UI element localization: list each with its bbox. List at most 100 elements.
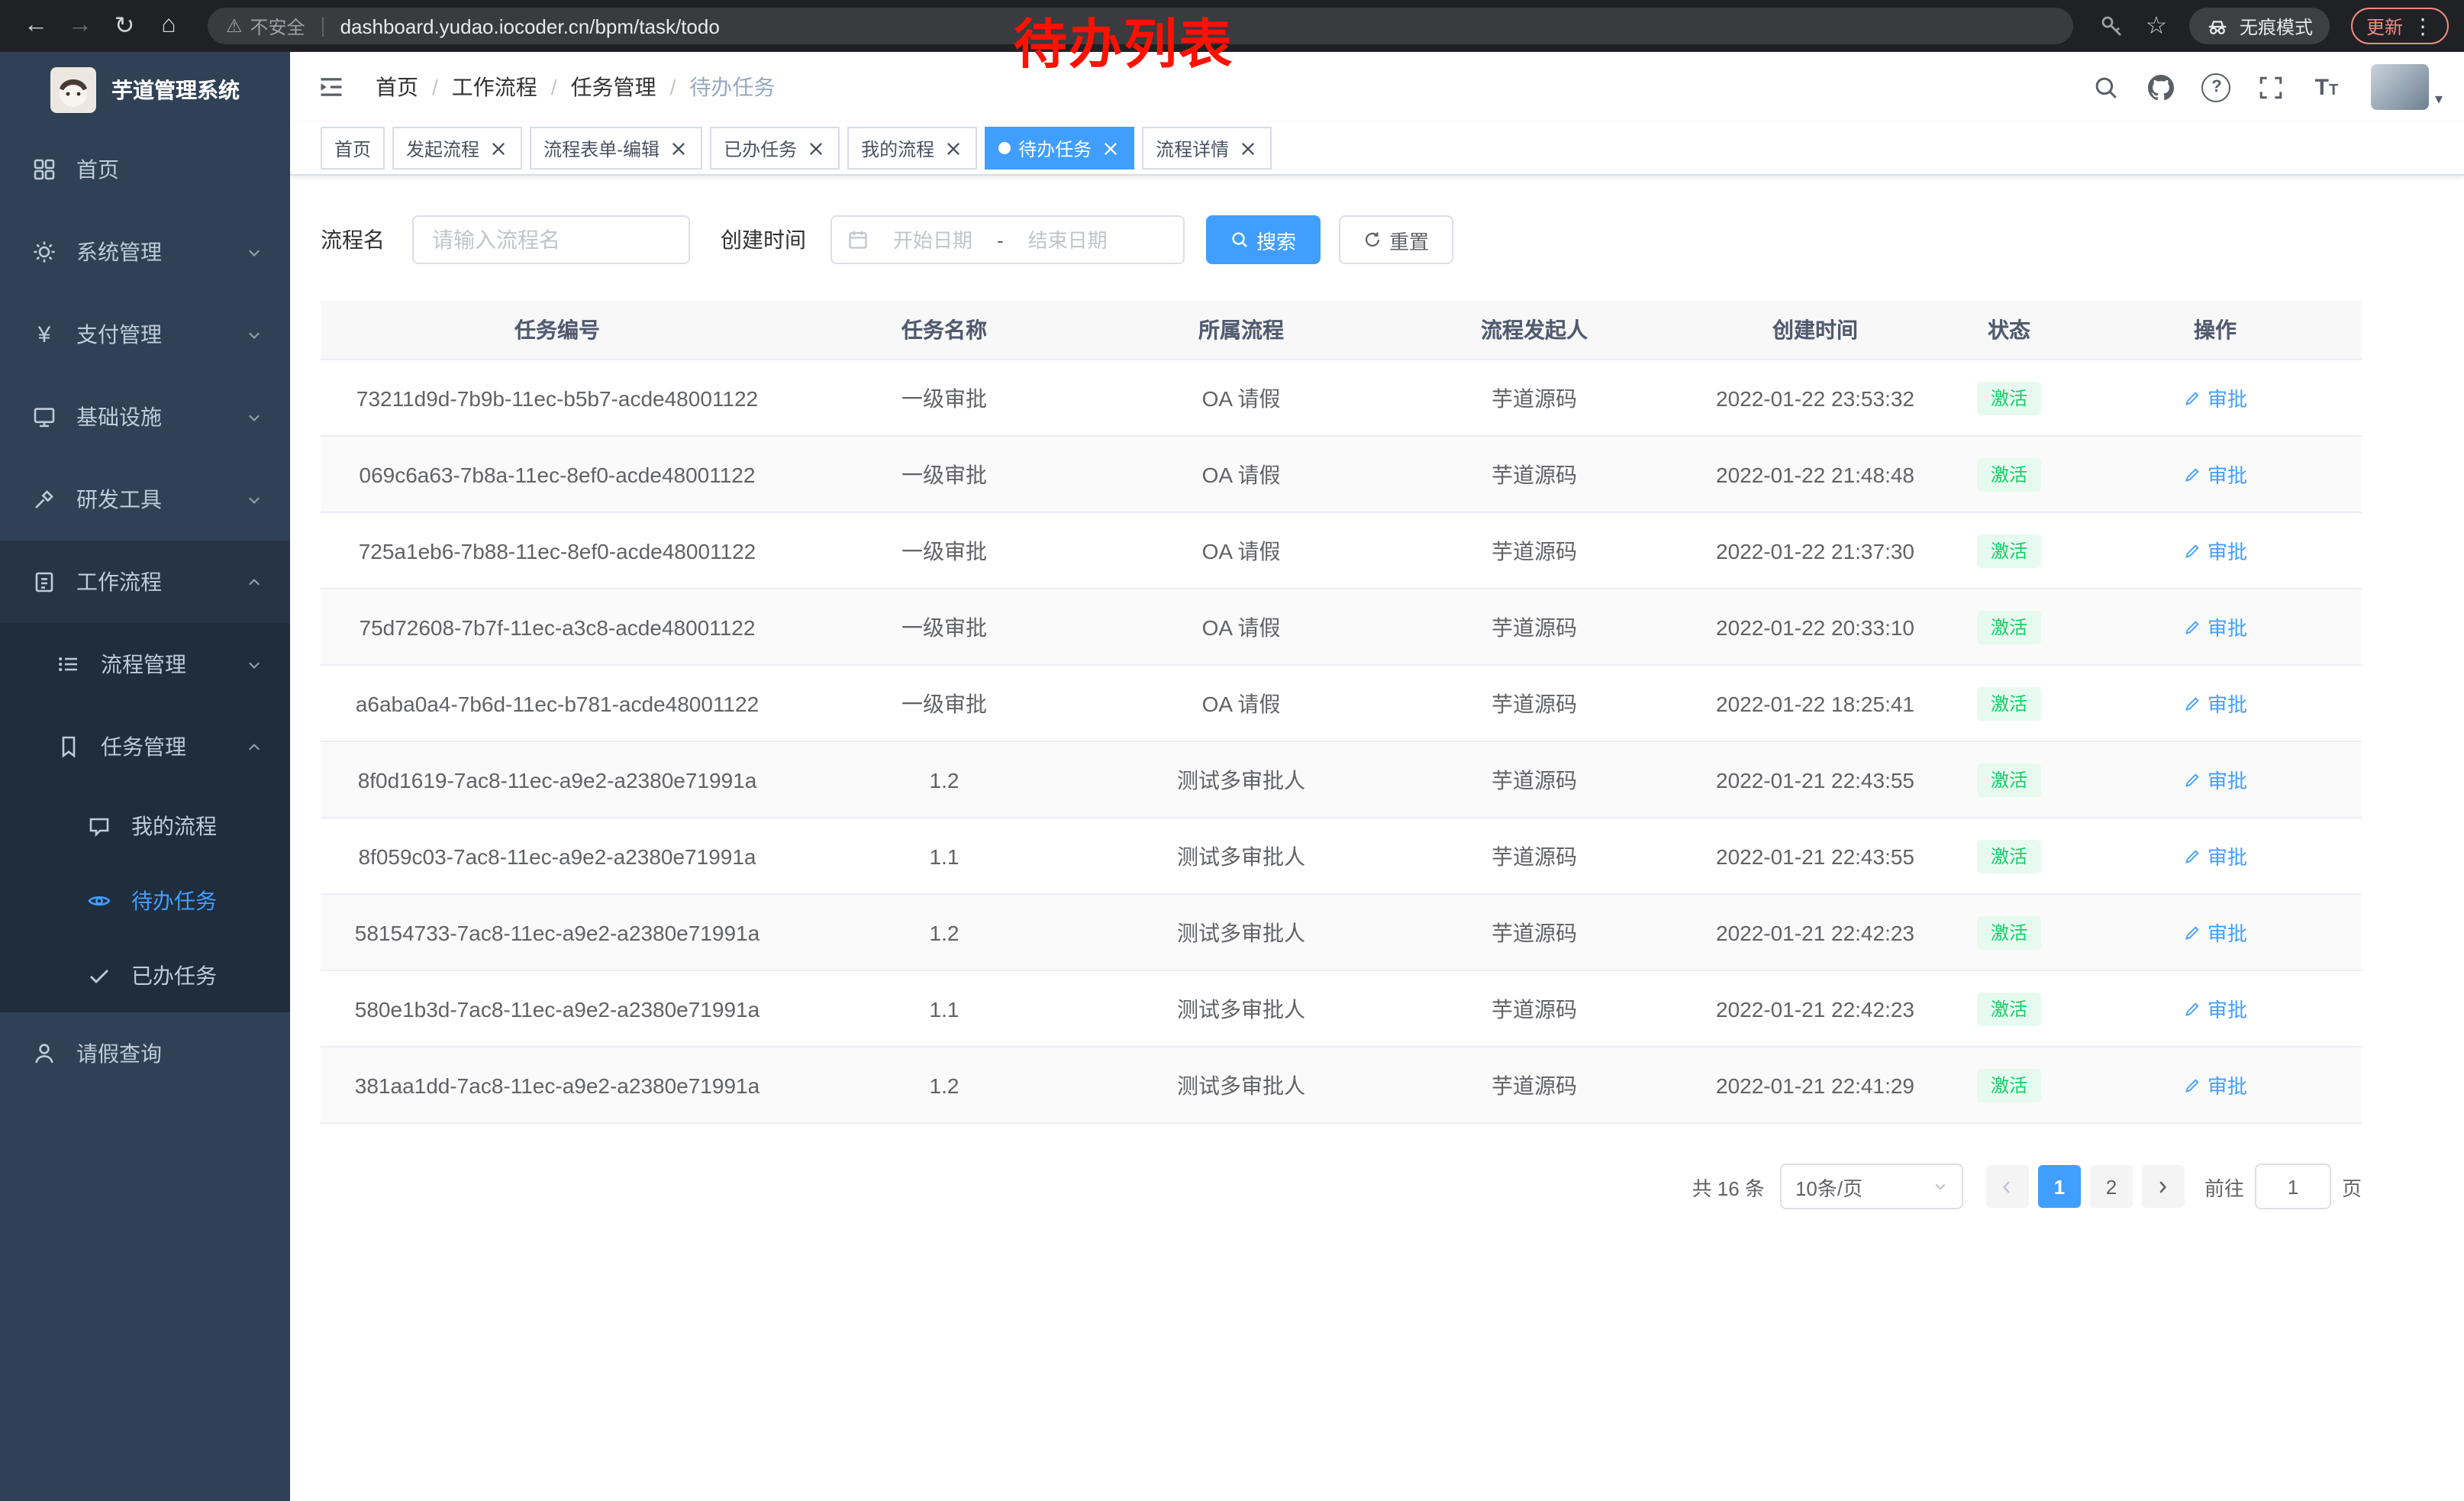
search-button-primary[interactable]: 搜索	[1206, 215, 1321, 264]
person-icon	[31, 1041, 58, 1066]
chevron-left-icon	[1999, 1178, 2016, 1195]
key-icon	[2100, 14, 2124, 38]
sidebar-item-done-tasks[interactable]: 已办任务	[0, 938, 290, 1012]
fullscreen-button[interactable]	[2249, 64, 2295, 110]
tab-close-icon[interactable]	[667, 137, 689, 159]
tab-item[interactable]: 首页	[321, 127, 385, 169]
approve-button[interactable]: 审批	[2183, 612, 2247, 641]
prev-page-button[interactable]	[1986, 1165, 2029, 1208]
approve-button[interactable]: 审批	[2183, 918, 2247, 947]
reload-button[interactable]: ↻	[104, 5, 145, 47]
sidebar-item-system-mgmt[interactable]: 系统管理	[0, 211, 290, 293]
edit-pencil-icon	[2183, 465, 2201, 483]
edit-pencil-icon	[2183, 1076, 2201, 1094]
sidebar-item-process-mgmt[interactable]: 流程管理	[0, 623, 290, 705]
approve-label: 审批	[2208, 536, 2247, 565]
update-button[interactable]: 更新 ⋮	[2351, 8, 2449, 44]
tab-close-icon[interactable]	[1237, 137, 1258, 159]
status-badge: 激活	[1977, 992, 2041, 1025]
approve-button[interactable]: 审批	[2183, 383, 2247, 412]
cell-process: 测试多审批人	[1095, 894, 1388, 970]
user-menu[interactable]: ▾	[2371, 64, 2443, 110]
tab-item[interactable]: 流程详情	[1142, 127, 1272, 169]
approve-button[interactable]: 审批	[2183, 841, 2247, 870]
forward-button[interactable]: →	[60, 5, 101, 47]
status-badge: 激活	[1977, 457, 2041, 491]
approve-button[interactable]: 审批	[2183, 1070, 2247, 1099]
app-header: 首页 / 工作流程 / 任务管理 / 待办任务	[290, 52, 2464, 122]
sidebar-item-infrastructure[interactable]: 基础设施	[0, 376, 290, 458]
edit-pencil-icon	[2183, 770, 2201, 789]
sidebar-item-todo-tasks[interactable]: 待办任务	[0, 863, 290, 938]
approve-button[interactable]: 审批	[2183, 536, 2247, 565]
cell-status: 激活	[1950, 1047, 2069, 1123]
cell-initiator: 芋道源码	[1388, 360, 1681, 436]
end-date-input[interactable]	[1010, 227, 1126, 253]
tab-close-icon[interactable]	[1099, 137, 1121, 159]
breadcrumb-item-home[interactable]: 首页	[376, 72, 418, 102]
tab-item[interactable]: 待办任务	[985, 127, 1134, 169]
sidebar-item-label: 首页	[76, 154, 119, 185]
table-row: 8f059c03-7ac8-11ec-a9e2-a2380e71991a1.1测…	[321, 818, 2362, 894]
bookmark-star-button[interactable]: ☆	[2136, 5, 2177, 47]
next-page-button[interactable]	[2142, 1165, 2185, 1208]
sidebar-item-task-mgmt[interactable]: 任务管理	[0, 705, 290, 788]
sidebar-collapse-button[interactable]	[311, 67, 351, 107]
approve-button[interactable]: 审批	[2183, 994, 2247, 1023]
tab-close-icon[interactable]	[805, 137, 826, 159]
sidebar-item-payment-mgmt[interactable]: ¥ 支付管理	[0, 293, 290, 376]
page-size-select[interactable]: 10条/页	[1780, 1164, 1963, 1209]
cell-action: 审批	[2069, 436, 2362, 512]
cell-action: 审批	[2069, 512, 2362, 589]
cell-task-id: 8f0d1619-7ac8-11ec-a9e2-a2380e71991a	[321, 741, 794, 818]
edit-pencil-icon	[2183, 847, 2201, 865]
page-button-2[interactable]: 2	[2090, 1165, 2133, 1208]
breadcrumb-separator: /	[551, 75, 557, 99]
sidebar-item-dev-tools[interactable]: 研发工具	[0, 458, 290, 541]
back-button[interactable]: ←	[15, 5, 56, 47]
help-button[interactable]: ?	[2194, 64, 2240, 110]
chevron-up-icon	[246, 573, 263, 590]
url-text[interactable]: dashboard.yudao.iocoder.cn/bpm/task/todo	[340, 15, 720, 37]
font-size-button[interactable]: TT	[2304, 64, 2350, 110]
app-logo-row[interactable]: 芋道管理系统	[0, 52, 290, 128]
page-button-1[interactable]: 1	[2038, 1165, 2081, 1208]
github-button[interactable]	[2139, 64, 2185, 110]
approve-button[interactable]: 审批	[2183, 460, 2247, 489]
date-range-picker[interactable]: -	[830, 215, 1185, 264]
goto-page-input[interactable]	[2255, 1164, 2331, 1209]
cell-create-time: 2022-01-21 22:41:29	[1681, 1047, 1950, 1123]
reset-button[interactable]: 重置	[1339, 215, 1453, 264]
cell-task-id: a6aba0a4-7b6d-11ec-b781-acde48001122	[321, 665, 794, 741]
tab-item[interactable]: 已办任务	[710, 127, 840, 169]
sidebar-item-my-process[interactable]: 我的流程	[0, 788, 290, 863]
breadcrumb-item-workflow[interactable]: 工作流程	[452, 72, 537, 102]
tab-item[interactable]: 我的流程	[847, 127, 977, 169]
cell-process: OA 请假	[1095, 436, 1388, 512]
table-header-row: 任务编号 任务名称 所属流程 流程发起人 创建时间 状态 操作	[321, 301, 2362, 360]
cell-process: 测试多审批人	[1095, 1047, 1388, 1123]
edit-pencil-icon	[2183, 694, 2201, 712]
breadcrumb-item-task-mgmt[interactable]: 任务管理	[571, 72, 656, 102]
tab-close-icon[interactable]	[487, 137, 508, 159]
browser-menu-dots-icon[interactable]: ⋮	[2412, 13, 2433, 39]
sidebar-item-label: 待办任务	[131, 885, 217, 915]
search-button[interactable]	[2084, 64, 2130, 110]
security-indicator[interactable]: ⚠ 不安全	[226, 13, 305, 39]
approve-button[interactable]: 审批	[2183, 765, 2247, 794]
password-key-button[interactable]	[2091, 5, 2133, 47]
sidebar-item-workflow[interactable]: 工作流程	[0, 541, 290, 623]
sidebar-submenu-workflow: 流程管理 任务管理	[0, 623, 290, 1012]
avatar[interactable]	[2371, 64, 2429, 110]
edit-pencil-icon	[2183, 923, 2201, 941]
sidebar-item-home[interactable]: 首页	[0, 128, 290, 211]
process-name-input[interactable]	[412, 215, 690, 264]
start-date-input[interactable]	[875, 227, 991, 253]
home-button[interactable]: ⌂	[148, 5, 189, 47]
tab-label: 流程详情	[1156, 135, 1229, 161]
approve-button[interactable]: 审批	[2183, 689, 2247, 718]
tab-item[interactable]: 流程表单-编辑	[530, 127, 702, 169]
sidebar-item-leave-query[interactable]: 请假查询	[0, 1012, 290, 1095]
tab-item[interactable]: 发起流程	[392, 127, 522, 169]
tab-close-icon[interactable]	[942, 137, 963, 159]
